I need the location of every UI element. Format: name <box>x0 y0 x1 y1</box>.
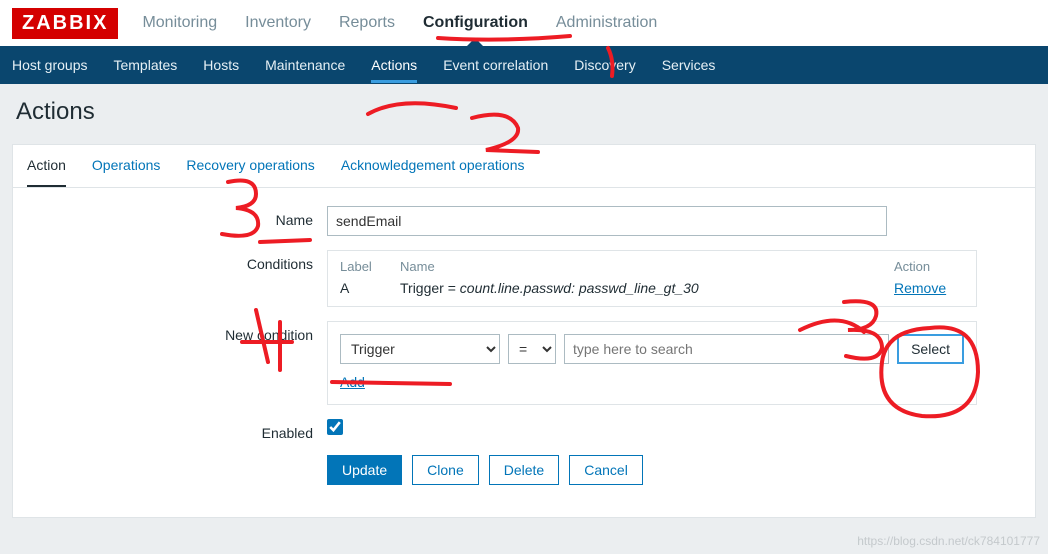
delete-button[interactable]: Delete <box>489 455 559 485</box>
row-actions: Update Clone Delete Cancel <box>27 455 1021 485</box>
condition-operator-select[interactable]: = <box>508 334 556 364</box>
subnav-discovery[interactable]: Discovery <box>574 47 635 83</box>
topnav-administration[interactable]: Administration <box>556 14 657 32</box>
name-input[interactable] <box>327 206 887 236</box>
tab-action[interactable]: Action <box>27 145 66 187</box>
condition-label-cell: A <box>340 280 400 296</box>
topnav-inventory[interactable]: Inventory <box>245 14 311 32</box>
subnav-actions[interactable]: Actions <box>371 47 417 83</box>
clone-button[interactable]: Clone <box>412 455 479 485</box>
subnav-hosts[interactable]: Hosts <box>203 47 239 83</box>
tab-operations[interactable]: Operations <box>92 145 160 187</box>
condition-prefix: Trigger = <box>400 280 460 296</box>
enabled-checkbox[interactable] <box>327 419 343 435</box>
subnav-host-groups[interactable]: Host groups <box>12 47 87 83</box>
action-card: Action Operations Recovery operations Ac… <box>12 144 1036 518</box>
top-nav: ZABBIX Monitoring Inventory Reports Conf… <box>0 0 1048 46</box>
action-form: Name Conditions Label Name Action A <box>13 188 1035 517</box>
enabled-label: Enabled <box>27 419 327 441</box>
tab-recovery-operations[interactable]: Recovery operations <box>186 145 314 187</box>
row-new-condition: New condition Trigger = Select Add <box>27 321 1021 405</box>
condition-search-input[interactable] <box>564 334 889 364</box>
watermark: https://blog.csdn.net/ck784101777 <box>857 534 1040 548</box>
conditions-label: Conditions <box>27 250 327 272</box>
new-condition-box: Trigger = Select Add <box>327 321 977 405</box>
conditions-header: Label Name Action <box>340 259 964 274</box>
subnav-services[interactable]: Services <box>662 47 716 83</box>
row-conditions: Conditions Label Name Action A Trigger =… <box>27 250 1021 307</box>
tab-acknowledgement-operations[interactable]: Acknowledgement operations <box>341 145 525 187</box>
sub-nav: Host groups Templates Hosts Maintenance … <box>0 46 1048 84</box>
condition-row: A Trigger = count.line.passwd: passwd_li… <box>340 280 964 296</box>
condition-remove-link[interactable]: Remove <box>894 280 946 296</box>
condition-name-cell: Trigger = count.line.passwd: passwd_line… <box>400 280 894 296</box>
page-title: Actions <box>0 84 1048 144</box>
cond-header-action: Action <box>894 259 964 274</box>
new-condition-label: New condition <box>27 321 327 343</box>
row-enabled: Enabled <box>27 419 1021 441</box>
update-button[interactable]: Update <box>327 455 402 485</box>
tab-bar: Action Operations Recovery operations Ac… <box>13 145 1035 188</box>
subnav-templates[interactable]: Templates <box>113 47 177 83</box>
topnav-configuration[interactable]: Configuration <box>423 14 528 32</box>
row-name: Name <box>27 206 1021 236</box>
conditions-box: Label Name Action A Trigger = count.line… <box>327 250 977 307</box>
cancel-button[interactable]: Cancel <box>569 455 643 485</box>
cond-header-name: Name <box>400 259 894 274</box>
cond-header-label: Label <box>340 259 400 274</box>
subnav-event-correlation[interactable]: Event correlation <box>443 47 548 83</box>
name-label: Name <box>27 206 327 228</box>
condition-trigger-name: count.line.passwd: passwd_line_gt_30 <box>460 280 699 296</box>
condition-type-select[interactable]: Trigger <box>340 334 500 364</box>
topnav-monitoring[interactable]: Monitoring <box>142 14 217 32</box>
add-condition-link[interactable]: Add <box>340 374 365 390</box>
select-button[interactable]: Select <box>897 334 964 364</box>
subnav-maintenance[interactable]: Maintenance <box>265 47 345 83</box>
logo: ZABBIX <box>12 8 118 39</box>
topnav-reports[interactable]: Reports <box>339 14 395 32</box>
